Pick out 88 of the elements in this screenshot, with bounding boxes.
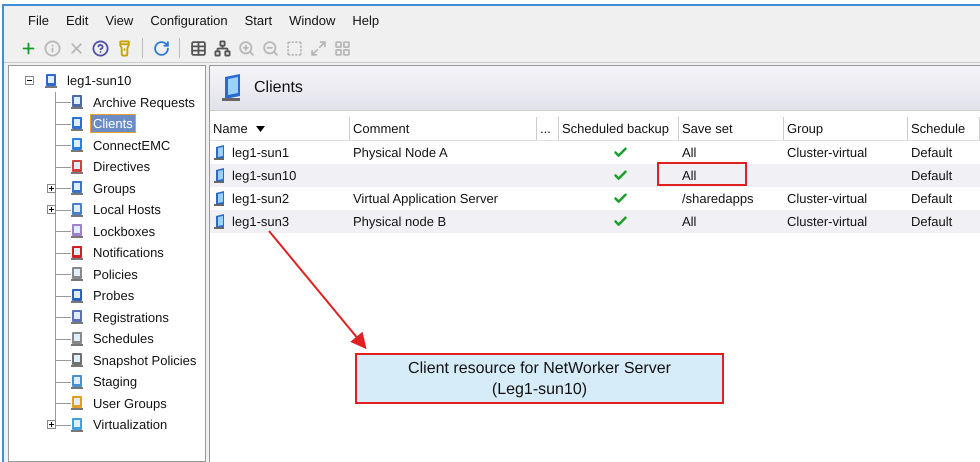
table-cell: leg1-sun1	[232, 145, 290, 160]
zoom-in-icon	[238, 40, 254, 56]
table-cell: Virtual Application Server	[353, 191, 498, 206]
table-cell: Cluster-virtual	[787, 191, 868, 206]
refresh-icon	[152, 40, 170, 56]
node-icon	[69, 223, 85, 240]
column-header[interactable]: Group	[784, 117, 908, 140]
tree-item[interactable]: Schedules	[91, 330, 156, 348]
table-cell: leg1-sun10	[232, 168, 296, 183]
tree-item[interactable]: Groups	[91, 180, 138, 197]
table-cell: All	[682, 168, 696, 183]
table-icon	[190, 40, 206, 56]
tree-item[interactable]: Virtualization	[91, 416, 170, 434]
fit-icon	[310, 40, 326, 56]
tree-item[interactable]: Lockboxes	[91, 222, 158, 240]
menu-item[interactable]: Start	[236, 12, 282, 28]
selection-icon	[286, 40, 302, 56]
menu-item[interactable]: Edit	[58, 12, 98, 28]
callout-text: Client resource for NetWorker Server	[408, 358, 671, 378]
sort-icon	[256, 126, 265, 132]
column-header[interactable]: Name	[210, 117, 350, 140]
computer-icon	[213, 190, 227, 206]
table-cell: Physical Node A	[353, 145, 448, 160]
tree-item[interactable]: User Groups	[91, 394, 169, 412]
tree-item[interactable]: Staging	[91, 373, 140, 390]
node-icon	[69, 374, 85, 390]
node-icon	[69, 180, 85, 196]
node-icon	[69, 352, 85, 368]
node-icon	[69, 330, 85, 347]
tree-item[interactable]: Policies	[91, 266, 140, 283]
callout-text: (Leg1-sun10)	[492, 380, 588, 400]
menu-item[interactable]: Configuration	[142, 12, 237, 28]
column-header[interactable]: Schedule	[908, 117, 980, 140]
help-icon	[92, 40, 108, 56]
expand-icon[interactable]	[46, 420, 56, 430]
node-icon	[69, 288, 85, 304]
table-cell: All	[682, 214, 696, 229]
table-cell: Default	[911, 168, 952, 183]
table-cell: leg1-sun2	[232, 191, 290, 206]
server-icon	[43, 72, 59, 89]
table-cell: Default	[911, 191, 952, 206]
column-header[interactable]: Comment	[350, 117, 537, 140]
zoom-out-icon	[262, 40, 278, 56]
tree-item[interactable]: ConnectEMC	[91, 136, 172, 154]
table-cell: Default	[911, 214, 952, 229]
computer-icon	[213, 144, 227, 160]
node-icon	[69, 158, 85, 175]
node-icon	[69, 137, 85, 154]
node-icon	[69, 202, 85, 218]
column-header[interactable]: Save set	[679, 117, 784, 140]
table-cell: Cluster-virtual	[787, 214, 868, 229]
node-icon	[69, 116, 85, 132]
menu-item[interactable]: Help	[344, 12, 388, 28]
tree-icon	[214, 40, 230, 56]
computer-icon	[213, 214, 227, 230]
menu-item[interactable]: File	[20, 12, 58, 28]
node-icon	[69, 266, 85, 282]
table-cell: Default	[911, 145, 952, 160]
tree-item[interactable]: leg1-sun10	[65, 72, 134, 90]
table-cell: leg1-sun3	[232, 214, 290, 229]
tree-item[interactable]: Registrations	[91, 308, 171, 326]
table-cell: /sharedapps	[682, 191, 754, 206]
tree-item[interactable]: Local Hosts	[91, 201, 163, 218]
tree-item[interactable]: Probes	[91, 287, 136, 304]
layout-icon	[334, 40, 350, 56]
node-icon	[69, 244, 85, 261]
tree-item[interactable]: Directives	[91, 158, 152, 176]
tree-item[interactable]: Archive Requests	[91, 94, 197, 111]
node-icon	[69, 416, 85, 433]
menu-item[interactable]: Window	[281, 12, 344, 28]
table-cell: Physical node B	[353, 214, 446, 229]
collapse-icon[interactable]	[24, 76, 34, 86]
node-icon	[69, 395, 85, 412]
info-icon	[44, 40, 60, 56]
expand-icon[interactable]	[46, 205, 56, 214]
table-cell: All	[682, 145, 696, 160]
table-cell: Cluster-virtual	[787, 145, 868, 160]
node-icon	[69, 94, 85, 110]
computer-icon	[213, 168, 227, 184]
tree-item[interactable]: Notifications	[91, 244, 166, 262]
expand-icon[interactable]	[46, 184, 56, 193]
node-icon	[69, 309, 85, 326]
add-icon	[20, 40, 36, 56]
column-header[interactable]: Scheduled backup	[559, 117, 679, 140]
panel-title: Clients	[254, 79, 303, 97]
menu-item[interactable]: View	[97, 12, 142, 28]
column-header[interactable]: ...	[537, 117, 559, 140]
tree-item[interactable]: Snapshot Policies	[91, 352, 198, 369]
